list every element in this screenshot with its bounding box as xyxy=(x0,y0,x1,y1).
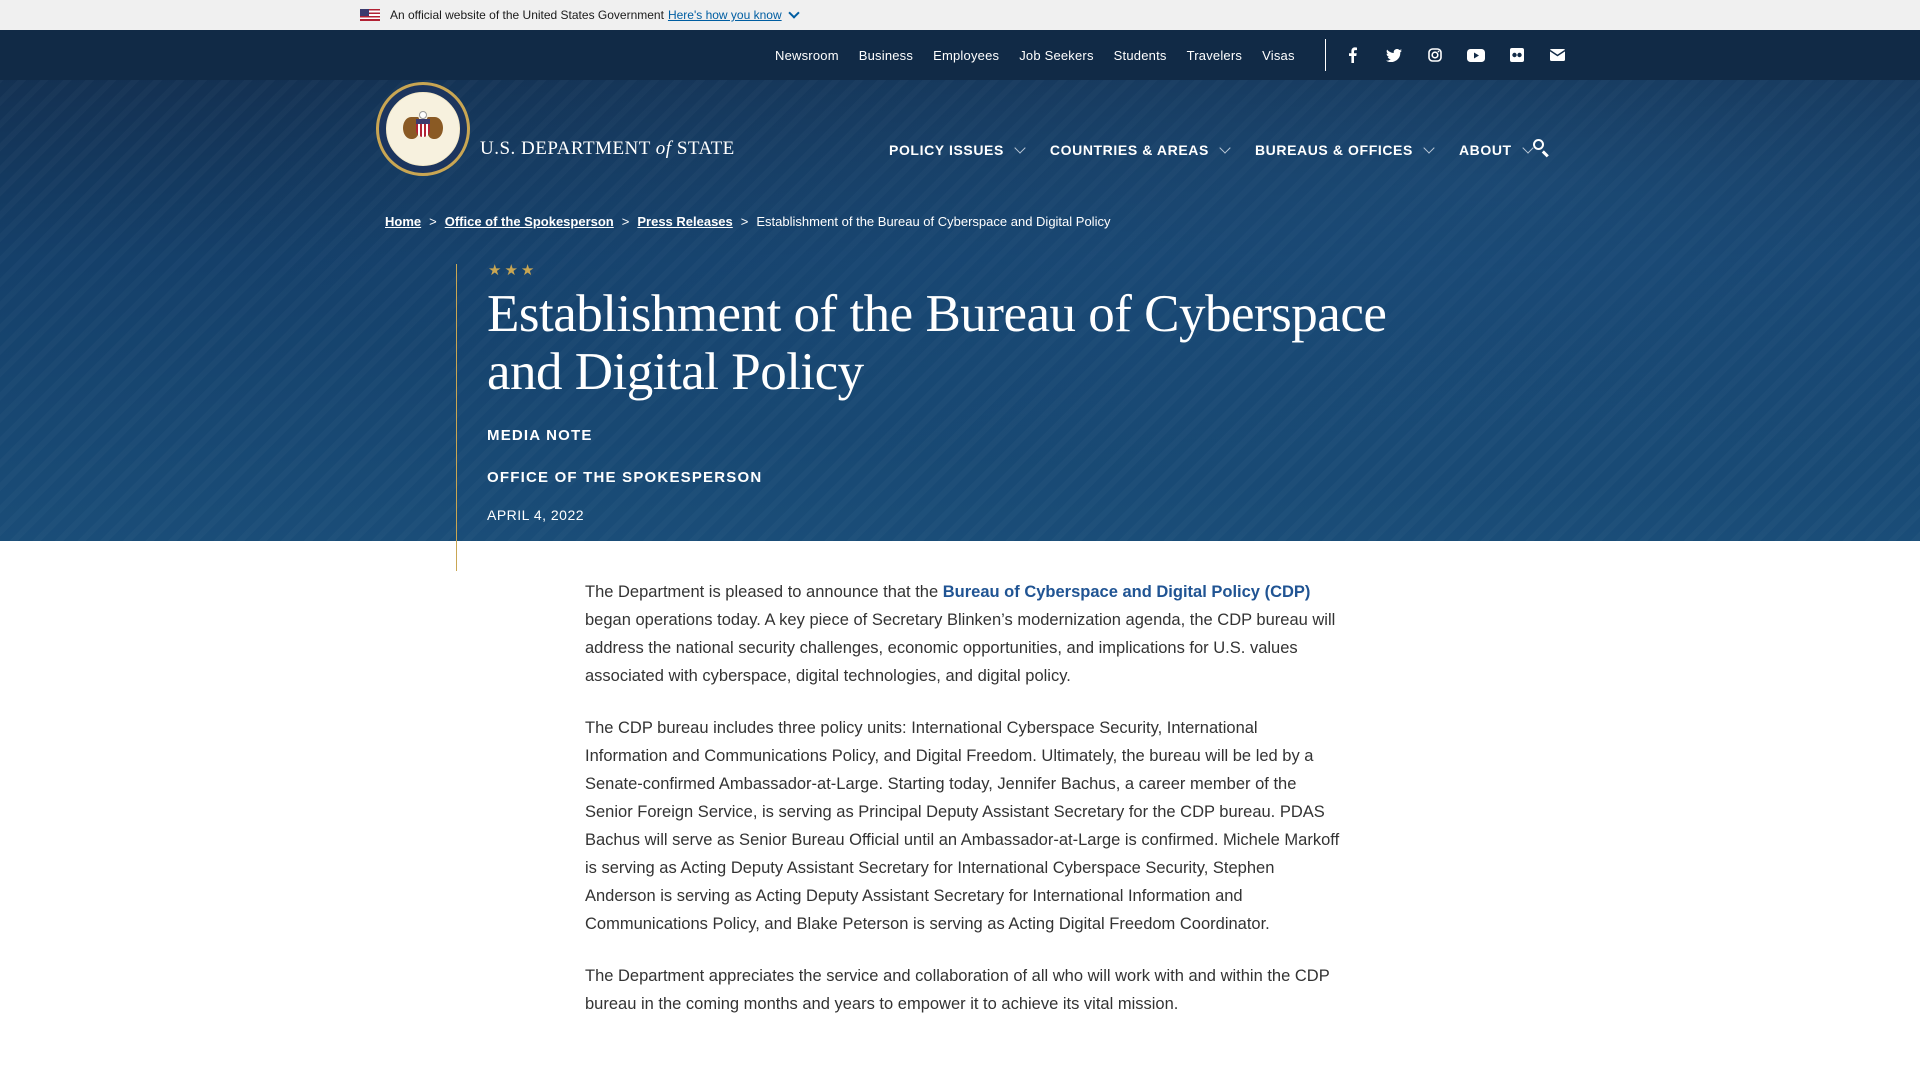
breadcrumb-separator: > xyxy=(429,214,437,229)
utility-nav: Newsroom Business Employees Job Seekers … xyxy=(775,30,1588,80)
breadcrumb-current: Establishment of the Bureau of Cyberspac… xyxy=(756,214,1111,229)
heres-how-you-know-link[interactable]: Here's how you know xyxy=(668,8,782,22)
utility-link-students[interactable]: Students xyxy=(1114,48,1167,63)
utility-link-business[interactable]: Business xyxy=(859,48,913,63)
utility-link-newsroom[interactable]: Newsroom xyxy=(775,48,839,63)
nav-bureaus-offices[interactable]: BUREAUS & OFFICES xyxy=(1255,141,1435,158)
utility-link-travelers[interactable]: Travelers xyxy=(1187,48,1243,63)
department-wordmark[interactable]: U.S. DEPARTMENT of STATE xyxy=(480,138,735,160)
article-paragraph: The CDP bureau includes three policy uni… xyxy=(585,719,1340,933)
chevron-down-icon xyxy=(1423,141,1435,154)
gov-banner-text: An official website of the United States… xyxy=(390,8,664,22)
chevron-down-icon xyxy=(1219,141,1231,154)
breadcrumb-separator: > xyxy=(621,214,630,229)
cdp-bureau-link[interactable]: Bureau of Cyberspace and Digital Policy … xyxy=(943,583,1311,601)
chevron-down-icon[interactable] xyxy=(787,7,800,19)
article-body: The Department is pleased to announce th… xyxy=(585,578,1340,1042)
eagle-emblem-icon xyxy=(403,109,443,149)
youtube-icon[interactable] xyxy=(1465,45,1487,65)
breadcrumb-office-of-the-spokesperson[interactable]: Office of the Spokesperson xyxy=(445,214,614,229)
facebook-icon[interactable] xyxy=(1342,45,1364,65)
article-type: MEDIA NOTE xyxy=(487,427,593,444)
utility-divider xyxy=(1324,39,1326,71)
article-paragraph: The Department appreciates the service a… xyxy=(585,967,1330,1013)
search-icon[interactable] xyxy=(1531,138,1551,158)
breadcrumb-home[interactable]: Home xyxy=(385,214,421,229)
official-gov-banner: An official website of the United States… xyxy=(0,0,1920,30)
hero-header: Newsroom Business Employees Job Seekers … xyxy=(0,30,1920,571)
nav-about[interactable]: ABOUT xyxy=(1459,141,1534,158)
stars-icon: ★★★ xyxy=(488,262,538,279)
breadcrumb: Home > Office of the Spokesperson > Pres… xyxy=(385,214,1110,229)
nav-countries-areas[interactable]: COUNTRIES & AREAS xyxy=(1050,141,1231,158)
utility-link-job-seekers[interactable]: Job Seekers xyxy=(1019,48,1093,63)
article-office: OFFICE OF THE SPOKESPERSON xyxy=(487,469,763,486)
flickr-icon[interactable] xyxy=(1506,45,1528,65)
page-title: Establishment of the Bureau of Cyberspac… xyxy=(487,285,1387,401)
utility-link-employees[interactable]: Employees xyxy=(933,48,999,63)
instagram-icon[interactable] xyxy=(1424,45,1446,65)
nav-policy-issues[interactable]: POLICY ISSUES xyxy=(889,141,1026,158)
article-paragraph: The Department is pleased to announce th… xyxy=(585,583,1336,685)
article-date: APRIL 4, 2022 xyxy=(487,507,585,523)
social-links xyxy=(1342,45,1588,65)
utility-link-visas[interactable]: Visas xyxy=(1262,48,1295,63)
breadcrumb-press-releases[interactable]: Press Releases xyxy=(637,214,732,229)
utility-bar: Newsroom Business Employees Job Seekers … xyxy=(0,30,1920,80)
breadcrumb-separator: > xyxy=(740,214,749,229)
twitter-icon[interactable] xyxy=(1383,45,1405,65)
chevron-down-icon xyxy=(1014,141,1026,154)
email-icon[interactable] xyxy=(1547,45,1569,65)
us-flag-icon xyxy=(360,9,380,21)
gold-divider xyxy=(456,264,457,571)
department-seal-logo[interactable] xyxy=(376,82,470,176)
main-nav: POLICY ISSUES COUNTRIES & AREAS BUREAUS … xyxy=(889,141,1558,158)
